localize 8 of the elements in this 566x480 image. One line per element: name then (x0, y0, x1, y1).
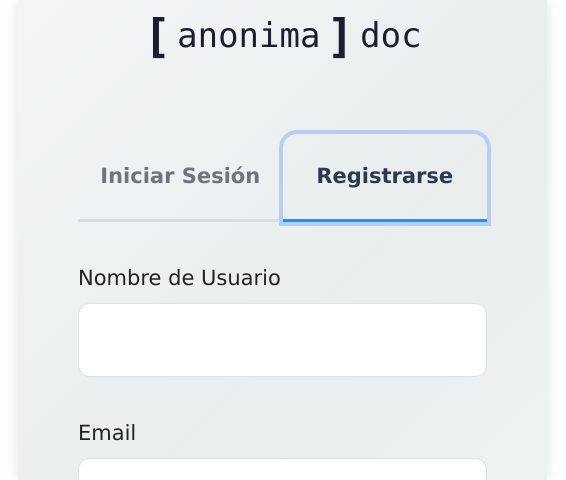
input-field[interactable] (78, 303, 487, 378)
logo-bracket: [ (143, 13, 172, 59)
logo-text: anonima (177, 19, 320, 53)
tab[interactable]: Iniciar Sesión (78, 134, 282, 222)
logo-text: doc (360, 19, 422, 53)
field-label: Nombre de Usuario (78, 266, 282, 292)
logo-bracket: ] (326, 13, 354, 59)
field-label: Email (78, 421, 138, 446)
